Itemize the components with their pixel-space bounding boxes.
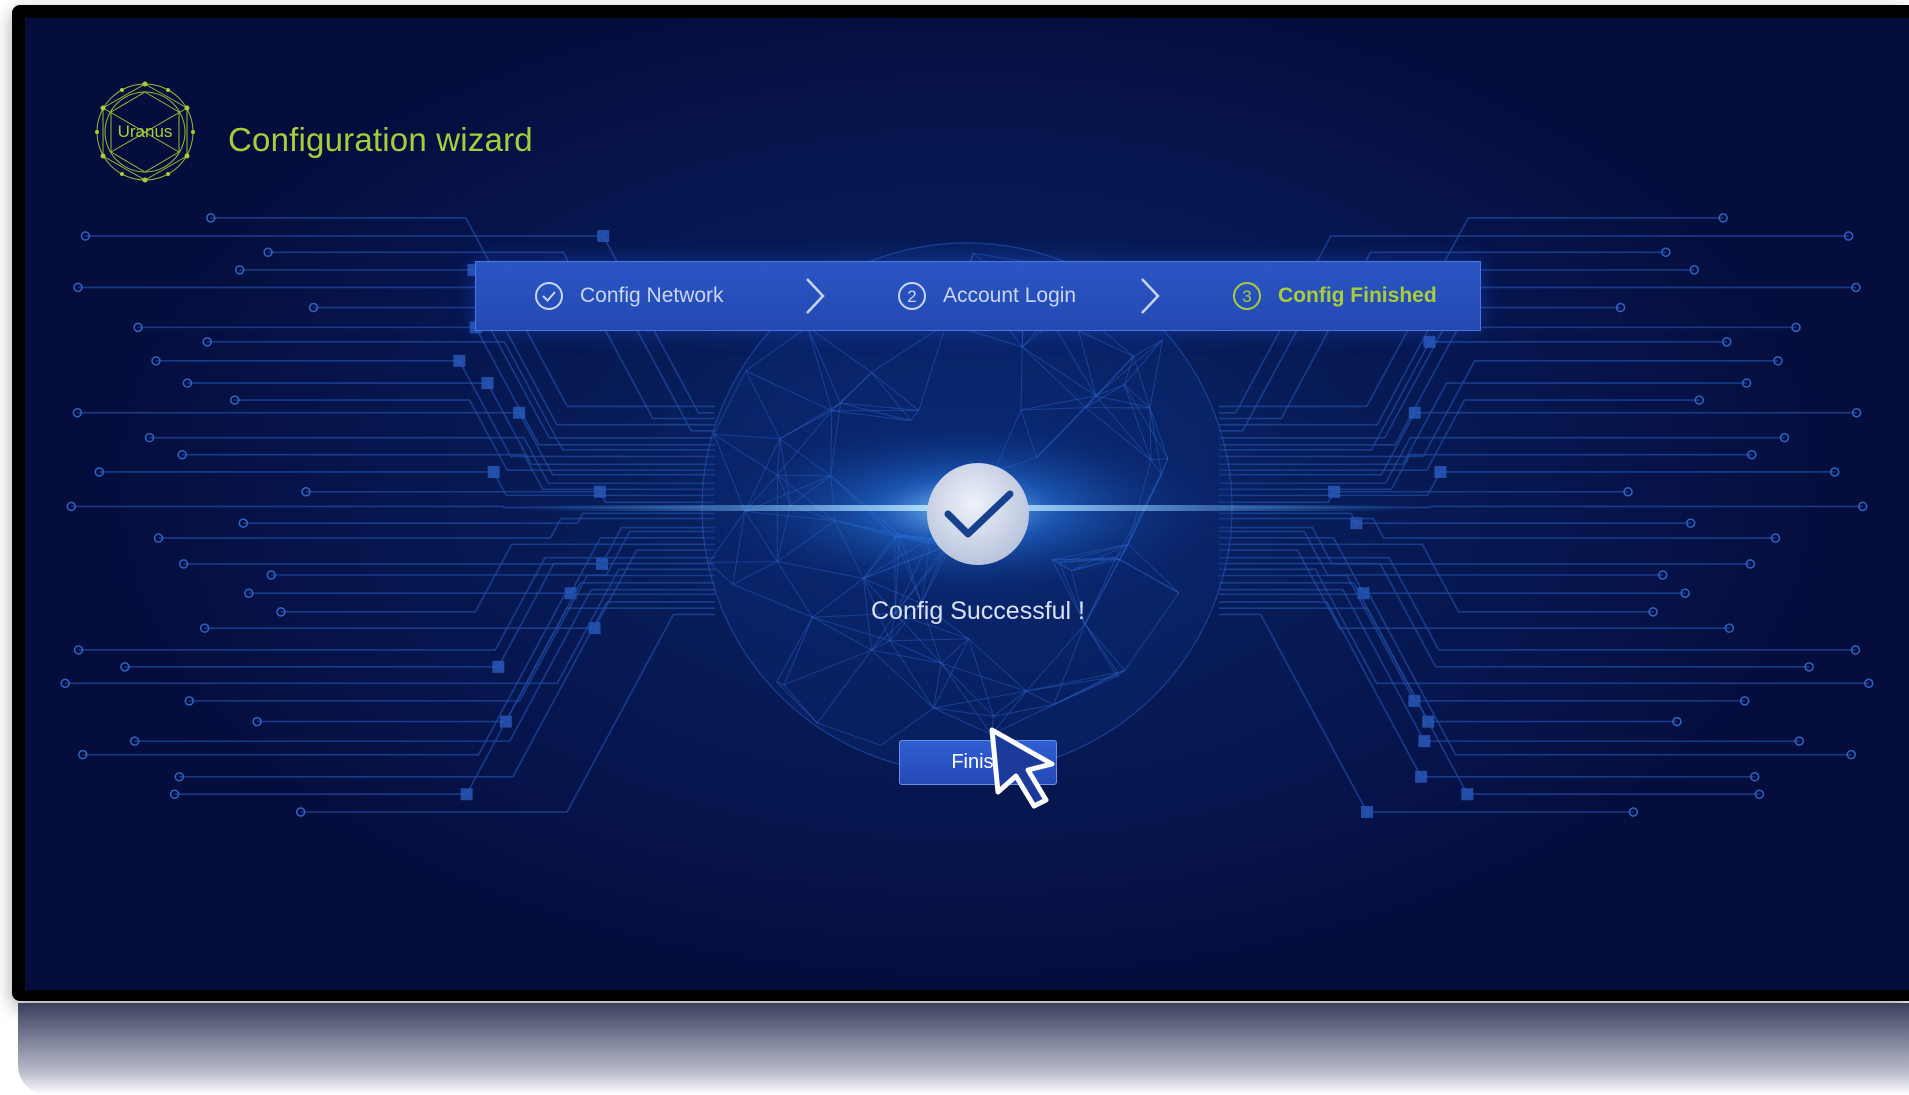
number-circle-icon: 2 [898, 282, 926, 310]
wizard-step-bar: Config Network 2 Account Login 3 Config … [475, 261, 1481, 331]
wizard-screen: Uranus Configuration wizard Config Netwo… [25, 18, 1909, 990]
step-config-network[interactable]: Config Network [534, 262, 724, 330]
mouse-pointer-icon [989, 727, 1055, 809]
logo-text: Uranus [117, 122, 173, 141]
step-label: Config Finished [1278, 284, 1437, 307]
step-number: 2 [907, 287, 916, 306]
chevron-right-icon [1141, 278, 1160, 314]
step-account-login[interactable]: 2 Account Login [897, 262, 1076, 330]
success-check-icon [927, 463, 1029, 565]
page-title: Configuration wizard [228, 121, 533, 158]
uranus-logo: Uranus [93, 80, 197, 184]
number-circle-icon: 3 [1233, 282, 1261, 310]
chevron-right-icon [806, 278, 825, 314]
step-config-finished[interactable]: 3 Config Finished [1232, 262, 1437, 330]
success-message: Config Successful ! [871, 597, 1085, 625]
step-number: 3 [1242, 287, 1251, 306]
monitor-bezel: Uranus Configuration wizard Config Netwo… [12, 5, 1909, 1001]
step-label: Account Login [943, 284, 1077, 307]
screen-reflection [18, 1003, 1909, 1095]
step-label: Config Network [580, 284, 724, 307]
check-circle-icon [535, 282, 563, 310]
